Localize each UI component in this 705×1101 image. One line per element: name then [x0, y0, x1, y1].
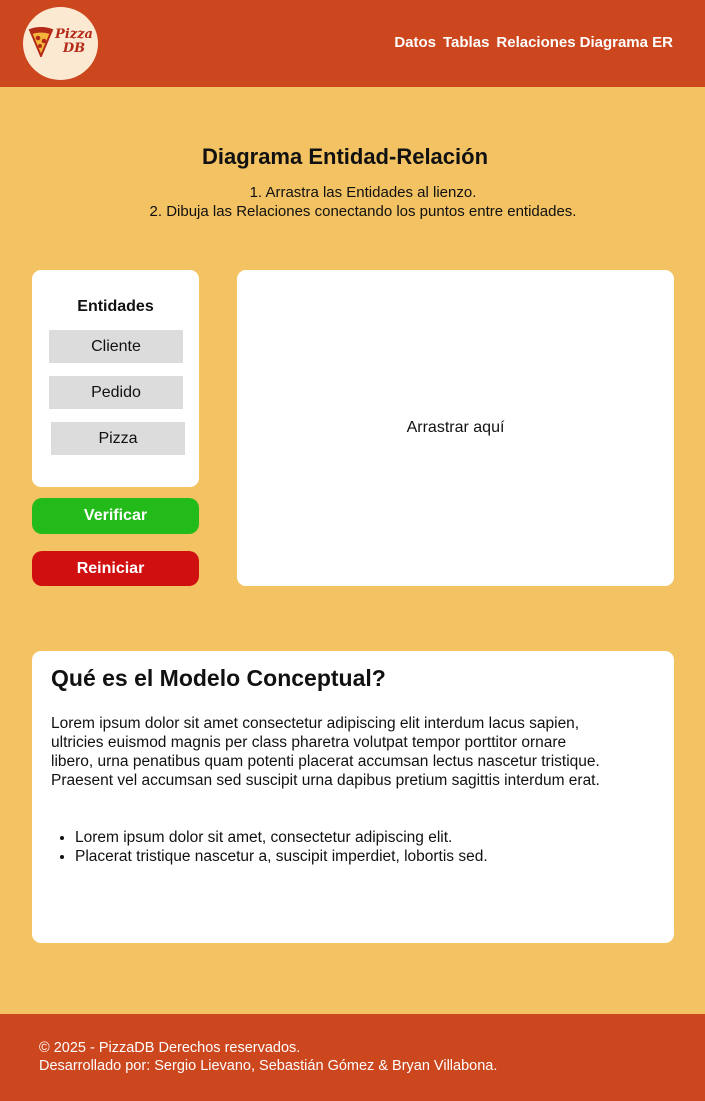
info-card-list: Lorem ipsum dolor sit amet, consectetur … [75, 828, 488, 866]
info-card: Qué es el Modelo Conceptual? Lorem ipsum… [32, 651, 674, 943]
nav-link-relaciones[interactable]: Relaciones [496, 34, 575, 51]
entities-panel-title: Entidades [77, 298, 154, 315]
entity-pizza[interactable]: Pizza [51, 422, 185, 455]
verify-button[interactable]: Verificar [32, 498, 199, 534]
logo-text-line1: Pizza [55, 27, 93, 42]
footer-copyright: © 2025 - PizzaDB Derechos reservados. [39, 1040, 301, 1056]
reset-button-label: Reiniciar [76, 559, 145, 577]
list-item: Lorem ipsum dolor sit amet, consectetur … [75, 828, 488, 847]
pizza-slice-icon [28, 27, 54, 57]
reset-button[interactable]: Reiniciar [32, 551, 199, 586]
logo-text: Pizza DB [53, 28, 95, 56]
list-item: Placerat tristique nascetur a, suscipit … [75, 847, 488, 866]
footer-credits: Desarrollado por: Sergio Lievano, Sebast… [39, 1058, 498, 1074]
page-title: Diagrama Entidad-Relación [201, 144, 489, 169]
instruction-step-1: 1. Arrastra las Entidades al lienzo. [249, 184, 477, 201]
instruction-step-2: 2. Dibuja las Relaciones conectando los … [149, 203, 577, 220]
entity-pedido[interactable]: Pedido [49, 376, 183, 409]
site-footer: © 2025 - PizzaDB Derechos reservados. De… [0, 1014, 705, 1101]
logo[interactable]: Pizza DB [23, 7, 98, 80]
info-card-paragraph: Lorem ipsum dolor sit amet consectetur a… [51, 715, 600, 789]
main-nav: Datos Tablas Relaciones Diagrama ER [394, 34, 673, 51]
info-card-title: Qué es el Modelo Conceptual? [51, 665, 386, 691]
logo-text-line2: DB [62, 41, 86, 56]
site-header: Pizza DB Datos Tablas Relaciones Diagram… [0, 0, 705, 87]
drop-zone-label: Arrastrar aquí [406, 419, 505, 436]
diagram-canvas[interactable]: Arrastrar aquí [237, 270, 674, 586]
nav-link-tablas[interactable]: Tablas [443, 34, 489, 51]
entities-panel: Entidades Cliente Pedido Pizza [32, 270, 199, 487]
nav-link-diagrama-er[interactable]: Diagrama ER [580, 34, 673, 51]
entity-cliente[interactable]: Cliente [49, 330, 183, 363]
nav-link-datos[interactable]: Datos [394, 34, 436, 51]
